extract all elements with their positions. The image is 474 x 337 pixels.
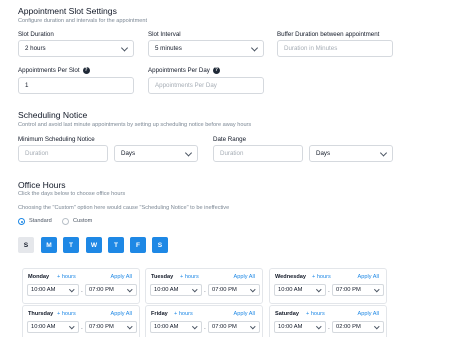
time-separator: - <box>81 289 83 295</box>
appointments-per-day-input[interactable]: Appointments Per Day <box>148 77 264 94</box>
day-card-tuesday: Tuesday + hours Apply All 10:00 AM - 07:… <box>145 268 263 304</box>
chevron-down-icon <box>127 286 133 292</box>
add-hours-link[interactable]: + hours <box>312 274 331 280</box>
day-card-monday: Monday + hours Apply All 10:00 AM - 07:0… <box>22 268 140 304</box>
chevron-down-icon <box>184 148 193 157</box>
start-time-select[interactable]: 10:00 AM <box>27 321 79 333</box>
minimum-notice-input[interactable]: Duration <box>18 145 108 162</box>
apply-all-link[interactable]: Apply All <box>111 274 132 280</box>
chevron-down-icon <box>316 323 322 329</box>
chevron-down-icon <box>127 323 133 329</box>
chevron-down-icon <box>374 323 380 329</box>
chevron-down-icon <box>379 148 388 157</box>
date-range-label: Date Range <box>213 136 247 143</box>
apply-all-link[interactable]: Apply All <box>358 274 379 280</box>
chevron-down-icon <box>120 43 129 52</box>
time-separator: - <box>328 326 330 332</box>
date-range-unit-select[interactable]: Days <box>309 145 393 162</box>
chevron-down-icon <box>69 286 75 292</box>
end-time-select[interactable]: 07:00 PM <box>332 284 384 296</box>
end-time-select[interactable]: 07:00 PM <box>85 321 137 333</box>
chevron-down-icon <box>192 286 198 292</box>
start-time-select[interactable]: 10:00 AM <box>274 284 326 296</box>
custom-option-note: Choosing the "Custom" option here would … <box>18 205 230 211</box>
chevron-down-icon <box>250 323 256 329</box>
slot-settings-title: Appointment Slot Settings <box>18 6 117 16</box>
day-card-wednesday: Wednesday + hours Apply All 10:00 AM - 0… <box>269 268 387 304</box>
add-hours-link[interactable]: + hours <box>57 274 76 280</box>
day-toggle-saturday[interactable]: S <box>152 237 168 253</box>
appointments-per-slot-label: Appointments Per Slot? <box>18 67 90 75</box>
help-icon[interactable]: ? <box>82 67 90 74</box>
day-card-name: Saturday <box>275 311 299 317</box>
day-toggle-friday[interactable]: F <box>130 237 146 253</box>
buffer-duration-label: Buffer Duration between appointment <box>277 31 380 38</box>
help-icon[interactable]: ? <box>212 67 220 74</box>
office-hours-subtitle: Click the days below to choose office ho… <box>18 191 126 197</box>
day-toggle-monday[interactable]: M <box>41 237 57 253</box>
date-range-unit-value: Days <box>316 150 331 157</box>
apply-all-link[interactable]: Apply All <box>358 311 379 317</box>
appointments-per-day-label: Appointments Per Day? <box>148 67 220 75</box>
chevron-down-icon <box>69 323 75 329</box>
appointments-per-slot-input[interactable]: 1 <box>18 77 134 94</box>
day-card-friday: Friday + hours Apply All 10:00 AM - 07:0… <box>145 305 263 337</box>
time-separator: - <box>81 326 83 332</box>
day-toggle-wednesday[interactable]: W <box>86 237 102 253</box>
slot-settings-subtitle: Configure duration and intervals for the… <box>18 18 148 24</box>
radio-custom[interactable] <box>62 218 69 225</box>
start-time-select[interactable]: 10:00 AM <box>274 321 326 333</box>
day-card-name: Wednesday <box>275 274 306 280</box>
time-separator: - <box>204 326 206 332</box>
slot-duration-select[interactable]: 2 hours <box>18 40 134 57</box>
day-card-name: Monday <box>28 274 50 280</box>
apply-all-link[interactable]: Apply All <box>234 311 255 317</box>
day-toggle-tuesday[interactable]: T <box>63 237 79 253</box>
add-hours-link[interactable]: + hours <box>180 274 199 280</box>
day-card-name: Friday <box>151 311 168 317</box>
end-time-select[interactable]: 07:00 PM <box>208 284 260 296</box>
day-toggle-thursday[interactable]: T <box>108 237 124 253</box>
radio-standard-label[interactable]: Standard <box>29 218 52 224</box>
chevron-down-icon <box>250 286 256 292</box>
apply-all-link[interactable]: Apply All <box>234 274 255 280</box>
time-separator: - <box>204 289 206 295</box>
day-card-name: Tuesday <box>151 274 174 280</box>
scheduling-notice-subtitle: Control and avoid last minute appointmen… <box>18 122 252 128</box>
add-hours-link[interactable]: + hours <box>57 311 76 317</box>
scheduling-notice-title: Scheduling Notice <box>18 110 88 120</box>
start-time-select[interactable]: 10:00 AM <box>150 321 202 333</box>
start-time-select[interactable]: 10:00 AM <box>150 284 202 296</box>
slot-interval-value: 5 minutes <box>155 45 182 52</box>
minimum-notice-label: Minimum Scheduling Notice <box>18 136 95 143</box>
start-time-select[interactable]: 10:00 AM <box>27 284 79 296</box>
radio-custom-label[interactable]: Custom <box>73 218 92 224</box>
slot-duration-value: 2 hours <box>25 45 46 52</box>
end-time-select[interactable]: 07:00 PM <box>208 321 260 333</box>
end-time-select[interactable]: 07:00 PM <box>85 284 137 296</box>
day-card-saturday: Saturday + hours Apply All 10:00 AM - 02… <box>269 305 387 337</box>
day-toggle-sunday[interactable]: S <box>18 237 34 253</box>
end-time-select[interactable]: 02:00 PM <box>332 321 384 333</box>
slot-duration-label: Slot Duration <box>18 31 54 38</box>
add-hours-link[interactable]: + hours <box>174 311 193 317</box>
minimum-notice-unit-select[interactable]: Days <box>114 145 198 162</box>
slot-interval-select[interactable]: 5 minutes <box>148 40 264 57</box>
date-range-input[interactable]: Duration <box>213 145 303 162</box>
chevron-down-icon <box>250 43 259 52</box>
day-card-name: Thursday <box>28 311 54 317</box>
chevron-down-icon <box>316 286 322 292</box>
apply-all-link[interactable]: Apply All <box>111 311 132 317</box>
chevron-down-icon <box>374 286 380 292</box>
minimum-notice-unit-value: Days <box>121 150 136 157</box>
office-hours-title: Office Hours <box>18 180 66 190</box>
radio-standard[interactable] <box>18 218 25 225</box>
buffer-duration-input[interactable]: Duration in Minutes <box>277 40 393 57</box>
add-hours-link[interactable]: + hours <box>306 311 325 317</box>
time-separator: - <box>328 289 330 295</box>
slot-interval-label: Slot Interval <box>148 31 181 38</box>
chevron-down-icon <box>192 323 198 329</box>
day-card-thursday: Thursday + hours Apply All 10:00 AM - 07… <box>22 305 140 337</box>
